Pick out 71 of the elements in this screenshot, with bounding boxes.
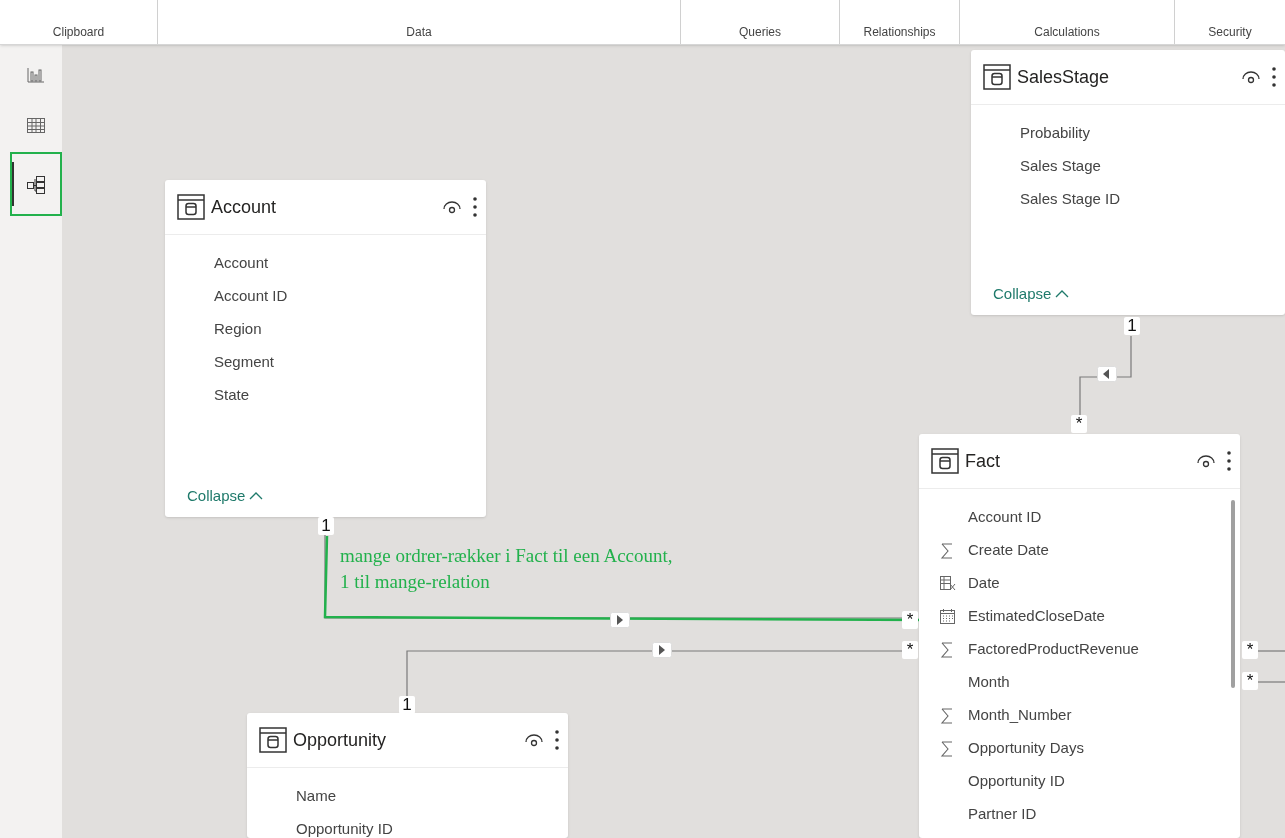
table-title: Opportunity [293, 728, 388, 752]
scrollbar[interactable] [1231, 500, 1235, 688]
field-name[interactable]: Create Date [968, 539, 1049, 562]
table-grid-icon [26, 115, 46, 135]
table-card[interactable]: SalesStage Probability Sales Stage Sales Stage ID Collapse [971, 50, 1285, 315]
ribbon-group-label: Relationships [863, 24, 936, 41]
field-name[interactable]: Opportunity Days [968, 737, 1084, 760]
filter-direction-icon [1097, 366, 1117, 382]
cardinality-label: 1 [1124, 317, 1140, 335]
field-name[interactable]: Partner ID [968, 803, 1037, 826]
calculated-table-icon [939, 575, 956, 592]
collapse-link[interactable]: Collapse [993, 282, 1070, 305]
cardinality-label: 1 [318, 517, 334, 535]
filter-direction-icon [652, 642, 672, 658]
field-name[interactable]: EstimatedCloseDate [968, 605, 1105, 628]
field-name[interactable]: Segment [214, 351, 275, 374]
field-name[interactable]: Probability [1020, 122, 1091, 145]
field-name[interactable]: Account ID [968, 506, 1042, 529]
field-name[interactable]: Month_Number [968, 704, 1072, 727]
cardinality-label: * [1242, 641, 1258, 659]
cardinality-label: * [1071, 415, 1087, 433]
model-diagram-icon [26, 174, 46, 194]
field-name[interactable]: Month [968, 671, 1010, 694]
cardinality-label: * [902, 641, 918, 659]
chevron-up-icon [1055, 288, 1070, 299]
filter-direction-icon [610, 612, 630, 628]
more-options-icon [1226, 450, 1232, 472]
calendar-icon [939, 608, 956, 625]
field-name[interactable]: Account [214, 252, 269, 275]
more-options-icon [554, 729, 560, 751]
field-name[interactable]: Opportunity ID [296, 818, 393, 838]
field-name[interactable]: Opportunity ID [968, 770, 1065, 793]
ribbon-group-label: Clipboard [52, 24, 105, 41]
annotation-text: mange ordrer-rækker i Fact til een Account, 1 til mange-relation [340, 544, 673, 594]
cardinality-label: 1 [399, 696, 415, 714]
relationship-line[interactable] [1257, 681, 1285, 683]
table-icon [177, 194, 205, 220]
ribbon-group-label: Security [1208, 24, 1252, 41]
more-options-icon [472, 196, 478, 218]
eye-icon [524, 733, 544, 747]
ribbon-group-label: Queries [739, 24, 781, 41]
table-card[interactable]: Account Account Account ID Region Segment State Collapse [165, 180, 486, 517]
relationship-line[interactable] [1257, 650, 1285, 652]
table-card[interactable]: Opportunity Name Opportunity ID [247, 713, 568, 838]
field-name[interactable]: Sales Stage [1020, 155, 1101, 178]
more-options-icon [1271, 66, 1277, 88]
bar-chart-icon [26, 65, 46, 85]
table-card[interactable]: Fact Account ID Create Date Date EstimatedCloseDate FactoredProductRevenue Month Month_Number Opportunity Days Opportunity ID Partner ID [919, 434, 1240, 838]
cardinality-label: * [902, 611, 918, 629]
field-name[interactable]: Sales Stage ID [1020, 188, 1121, 211]
ribbon-group-label: Data [406, 24, 432, 41]
eye-icon [442, 200, 462, 214]
table-icon [983, 64, 1011, 90]
cardinality-label: * [1242, 672, 1258, 690]
table-icon [259, 727, 287, 753]
table-icon [931, 448, 959, 474]
ribbon-group-label: Calculations [1034, 24, 1100, 41]
eye-icon [1241, 70, 1261, 84]
nav-model-button[interactable] [10, 152, 62, 216]
chevron-up-icon [249, 490, 264, 501]
field-name[interactable]: State [214, 384, 250, 407]
collapse-link[interactable]: Collapse [187, 484, 264, 507]
table-title: Fact [965, 449, 1001, 473]
table-title: SalesStage [1017, 65, 1111, 89]
field-name[interactable]: Name [296, 785, 336, 808]
field-name[interactable]: Date [968, 572, 1000, 595]
field-name[interactable]: Region [214, 318, 262, 341]
field-name[interactable]: FactoredProductRevenue [968, 638, 1139, 661]
field-name[interactable]: Account ID [214, 285, 288, 308]
eye-icon [1196, 454, 1216, 468]
table-title: Account [211, 195, 278, 219]
